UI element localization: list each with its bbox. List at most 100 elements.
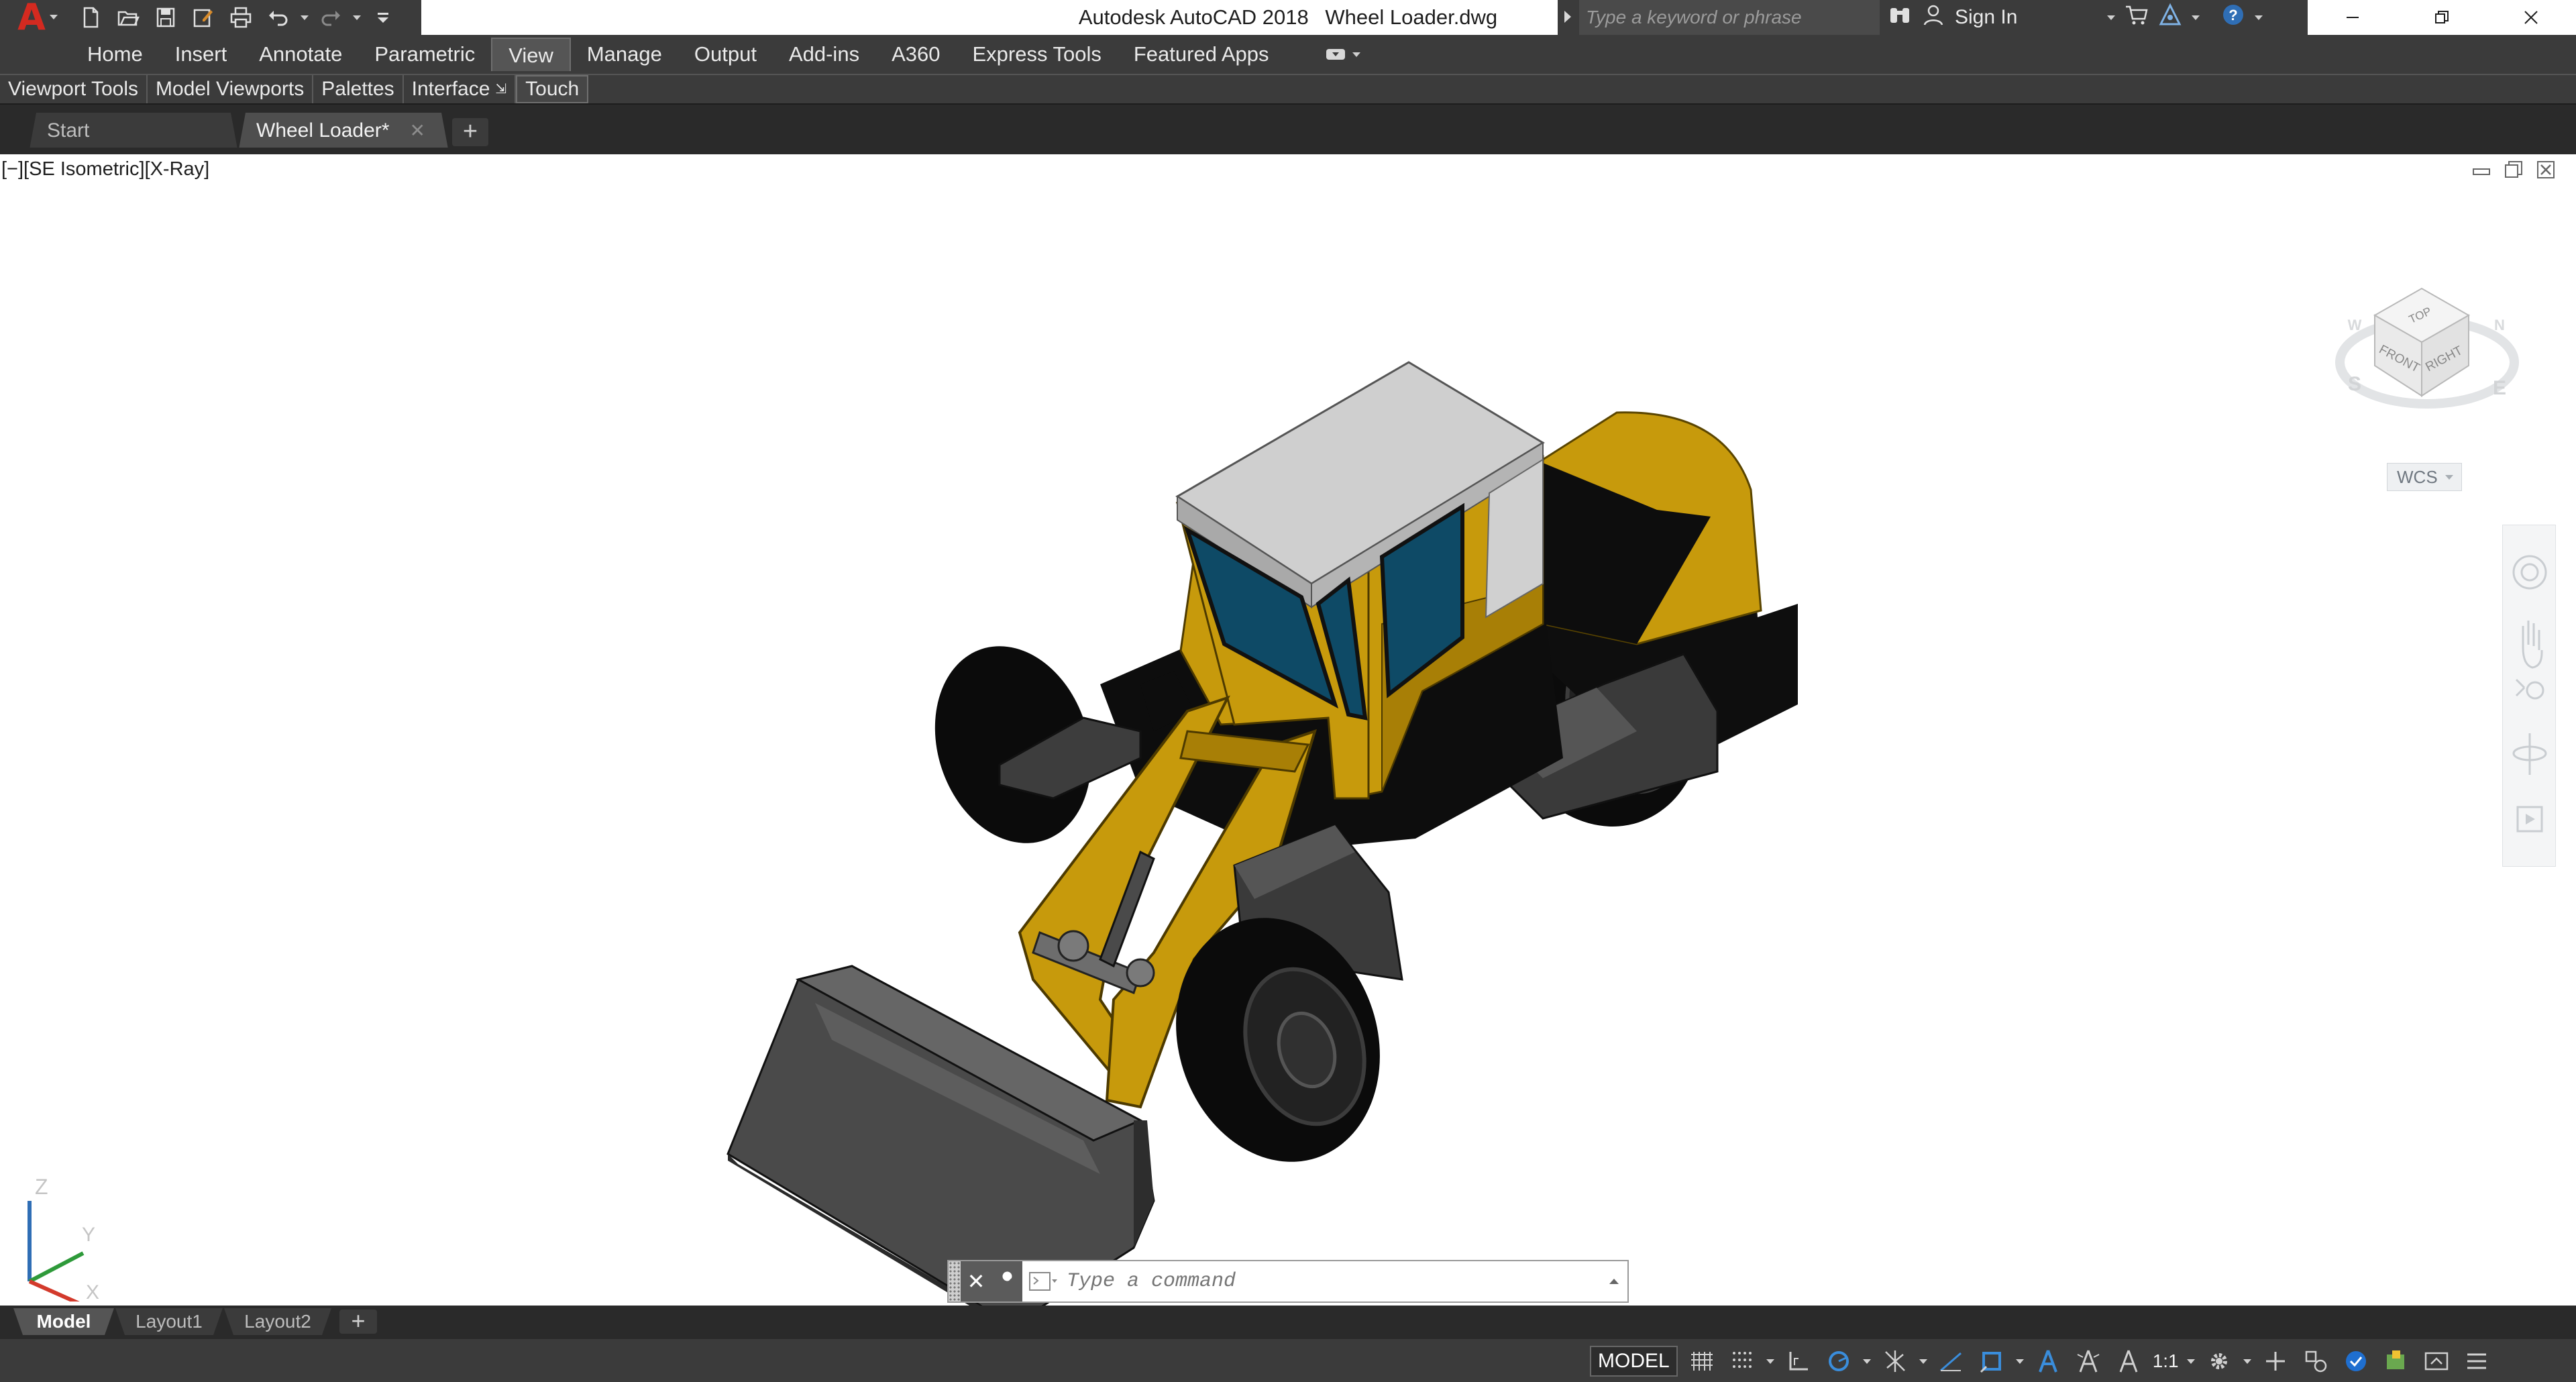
tab-layout2[interactable]: Layout2 — [224, 1308, 331, 1335]
panel-viewport-tools[interactable]: Viewport Tools — [0, 75, 148, 103]
object-snap-icon[interactable] — [1976, 1345, 2008, 1377]
tab-annotate[interactable]: Annotate — [243, 38, 358, 71]
command-line-grip[interactable] — [949, 1261, 961, 1301]
auto-scale-icon[interactable] — [2072, 1345, 2104, 1377]
undo-dropdown-icon[interactable] — [301, 15, 309, 20]
isolate-objects-icon[interactable] — [2300, 1345, 2332, 1377]
help-dropdown-icon[interactable] — [2255, 15, 2263, 20]
close-button[interactable] — [2486, 0, 2575, 35]
redo-dropdown-icon[interactable] — [353, 15, 361, 20]
annotation-visibility-icon[interactable] — [2032, 1345, 2064, 1377]
clean-screen-icon[interactable] — [2380, 1345, 2412, 1377]
ortho-icon[interactable] — [1782, 1345, 1815, 1377]
ucs-y-label: Y — [82, 1224, 95, 1246]
search-input[interactable]: Type a keyword or phrase — [1579, 0, 1880, 35]
viewport-minimize-icon[interactable] — [2471, 160, 2491, 180]
scale-dropdown-icon[interactable] — [2186, 1359, 2195, 1364]
gear-icon[interactable] — [2203, 1345, 2235, 1377]
panel-touch[interactable]: Touch — [516, 75, 589, 103]
pan-icon[interactable] — [2522, 621, 2543, 669]
orbit-icon[interactable] — [2512, 733, 2547, 775]
tab-start[interactable]: Start — [30, 113, 237, 149]
user-icon[interactable] — [1921, 3, 1945, 32]
object-snap-tracking-icon[interactable] — [1935, 1345, 1968, 1377]
plot-icon[interactable] — [225, 4, 256, 31]
minimize-button[interactable] — [2308, 0, 2397, 35]
command-line: ✕ — [947, 1260, 1629, 1303]
tab-insert[interactable]: Insert — [159, 38, 244, 71]
drawing-viewport[interactable]: [−][SE Isometric][X-Ray] TOP FRONT RIGHT… — [0, 154, 2576, 1306]
showmotion-icon[interactable] — [2516, 806, 2543, 833]
application-menu-button[interactable]: A — [0, 0, 62, 36]
tab-parametric[interactable]: Parametric — [358, 38, 491, 71]
file-tab-bar: Start Wheel Loader* ✕ + — [0, 103, 2576, 148]
help-icon[interactable]: ? — [2221, 3, 2245, 32]
new-tab-button[interactable]: + — [452, 118, 488, 146]
viewcube[interactable]: TOP FRONT RIGHT S E W N — [2328, 255, 2529, 456]
tab-a360[interactable]: A360 — [875, 38, 956, 71]
save-as-icon[interactable] — [188, 4, 219, 31]
polar-tracking-icon[interactable] — [1823, 1345, 1855, 1377]
a360-icon[interactable] — [2158, 3, 2182, 32]
polar-dropdown-icon[interactable] — [1862, 1359, 1871, 1364]
close-icon[interactable]: ✕ — [961, 1261, 991, 1301]
viewport-close-icon[interactable] — [2536, 160, 2556, 180]
command-history-icon[interactable] — [1601, 1261, 1627, 1301]
zoom-icon[interactable] — [2515, 678, 2544, 700]
model-space-toggle[interactable]: MODEL — [1590, 1346, 1678, 1377]
object-snap-dropdown-icon[interactable] — [2015, 1359, 2024, 1364]
tab-featured-apps[interactable]: Featured Apps — [1118, 38, 1285, 71]
tab-manage[interactable]: Manage — [571, 38, 678, 71]
grid-icon[interactable] — [1686, 1345, 1718, 1377]
workspace-dropdown-icon[interactable] — [2243, 1359, 2251, 1364]
window-controls — [2308, 0, 2576, 35]
steering-wheel-icon[interactable] — [2512, 555, 2547, 590]
panel-model-viewports[interactable]: Model Viewports — [148, 75, 314, 103]
save-icon[interactable] — [150, 4, 181, 31]
chevron-down-icon[interactable] — [1352, 52, 1360, 57]
tab-add-ins[interactable]: Add-ins — [773, 38, 875, 71]
panel-interface[interactable]: Interface ⇲ — [404, 75, 517, 103]
tab-express-tools[interactable]: Express Tools — [956, 38, 1117, 71]
isodraft-icon[interactable] — [1879, 1345, 1911, 1377]
tab-wheel-loader[interactable]: Wheel Loader* ✕ — [239, 113, 448, 149]
annotation-scale-icon[interactable] — [2112, 1345, 2145, 1377]
add-layout-button[interactable]: + — [339, 1309, 377, 1334]
tab-home[interactable]: Home — [71, 38, 159, 71]
redo-icon[interactable] — [315, 4, 346, 31]
wrench-icon[interactable] — [991, 1261, 1022, 1301]
sign-in-button[interactable]: Sign In — [1955, 6, 2017, 29]
undo-icon[interactable] — [263, 4, 294, 31]
customize-icon[interactable] — [368, 4, 398, 31]
customization-menu-icon[interactable] — [2461, 1345, 2493, 1377]
quick-access-toolbar — [62, 0, 421, 35]
tab-model[interactable]: Model — [13, 1308, 114, 1335]
restore-button[interactable] — [2397, 0, 2486, 35]
cart-icon[interactable] — [2125, 3, 2149, 32]
viewport-restore-icon[interactable] — [2504, 160, 2524, 180]
viewport-label[interactable]: [−][SE Isometric][X-Ray] — [1, 158, 209, 180]
snap-dropdown-icon[interactable] — [1766, 1359, 1774, 1364]
new-icon[interactable] — [75, 4, 106, 31]
isodraft-dropdown-icon[interactable] — [1919, 1359, 1927, 1364]
snap-icon[interactable] — [1726, 1345, 1758, 1377]
panel-expand-icon[interactable]: ⇲ — [495, 75, 506, 103]
command-prompt-icon[interactable] — [1022, 1261, 1065, 1301]
tab-output[interactable]: Output — [678, 38, 773, 71]
sign-in-dropdown-icon[interactable] — [2107, 15, 2116, 20]
wcs-menu[interactable]: WCS — [2387, 463, 2462, 491]
command-input[interactable] — [1065, 1263, 1601, 1300]
annotation-scale-value[interactable]: 1:1 — [2153, 1350, 2179, 1372]
search-expand-button[interactable] — [1558, 0, 1579, 35]
fullscreen-icon[interactable] — [2420, 1345, 2453, 1377]
plus-icon[interactable] — [2259, 1345, 2292, 1377]
panel-palettes[interactable]: Palettes — [313, 75, 404, 103]
close-tab-icon[interactable]: ✕ — [410, 113, 425, 149]
binoculars-icon[interactable] — [1888, 3, 1912, 32]
open-icon[interactable] — [113, 4, 144, 31]
a360-dropdown-icon[interactable] — [2192, 15, 2200, 20]
tab-layout1[interactable]: Layout1 — [115, 1308, 223, 1335]
ribbon-display-toggle[interactable] — [1326, 47, 1360, 62]
tab-view[interactable]: View — [491, 38, 571, 71]
hardware-acceleration-icon[interactable] — [2340, 1345, 2372, 1377]
